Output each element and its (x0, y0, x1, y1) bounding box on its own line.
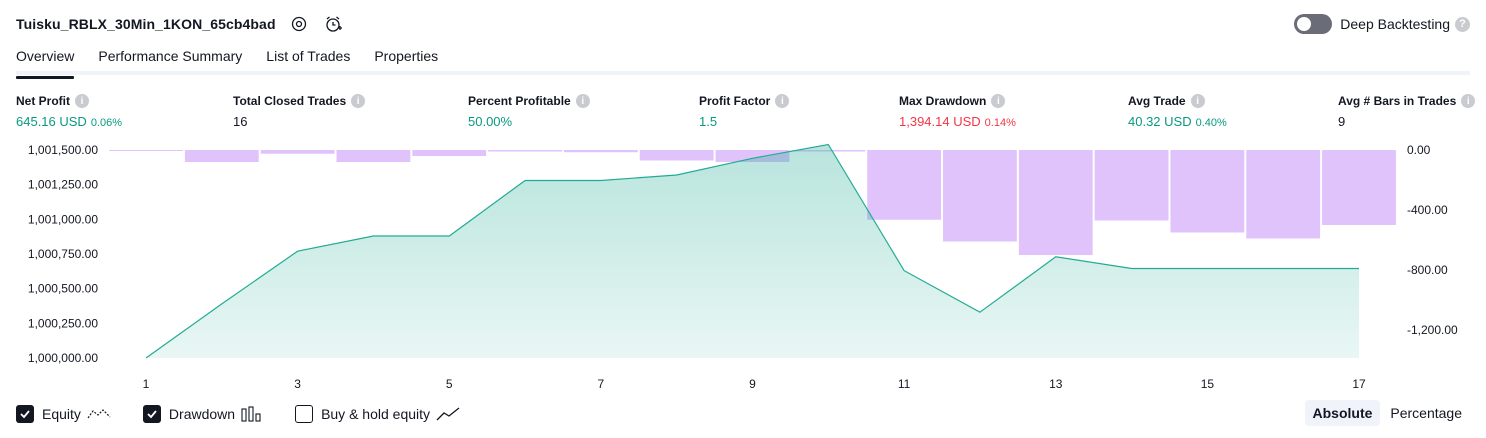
metric-label: Profit Factor (699, 94, 771, 108)
drawdown-bar (1246, 150, 1321, 239)
right-tick-label: -1,200.00 (1407, 323, 1458, 337)
right-tick-label: -800.00 (1407, 263, 1448, 277)
x-tick-label: 7 (598, 377, 605, 391)
metric-label: Net Profit (16, 94, 70, 108)
info-icon[interactable]: i (575, 94, 590, 108)
buy-hold-line-icon (436, 406, 460, 422)
left-axis: 1,001,500.00 1,001,250.00 1,001,000.00 1,00… (28, 143, 98, 365)
metric-label: Avg # Bars in Trades (1338, 94, 1457, 108)
settings-icon[interactable] (288, 13, 310, 35)
metric-profit-factor: Profit Factor i 1.5 (699, 94, 790, 129)
info-icon[interactable]: i (775, 94, 790, 108)
info-icon[interactable]: i (1190, 94, 1205, 108)
right-axis: 0.00 -400.00 -800.00 -1,200.00 (1407, 143, 1458, 337)
drawdown-checkbox[interactable] (142, 405, 161, 423)
tab-overview[interactable]: Overview (16, 44, 75, 79)
left-tick-label: 1,001,500.00 (28, 143, 98, 157)
drawdown-bar (412, 150, 487, 156)
drawdown-bar (867, 150, 942, 220)
x-tick-label: 9 (749, 377, 756, 391)
legend-label: Equity (42, 406, 81, 422)
metric-label: Percent Profitable (468, 94, 571, 108)
equity-drawdown-chart: 1,001,500.00 1,001,250.00 1,001,000.00 1,00… (28, 143, 1458, 391)
x-axis: 1 3 5 7 9 11 13 15 17 (143, 377, 1366, 391)
left-tick-label: 1,000,750.00 (28, 247, 98, 261)
metric-percent: 0.14% (984, 117, 1016, 129)
metric-value: 9 (1338, 114, 1346, 129)
metric-percent-profitable: Percent Profitable i 50.00% (468, 94, 590, 129)
metric-label: Total Closed Trades (233, 94, 347, 108)
deep-backtesting-toggle[interactable] (1294, 14, 1333, 34)
left-tick-label: 1,000,500.00 (28, 282, 98, 296)
legend-label: Drawdown (168, 406, 236, 422)
metric-percent: 0.40% (1195, 117, 1227, 129)
alert-clock-icon[interactable] (322, 13, 344, 35)
report-header: Tuisku_RBLX_30Min_1KON_65cb4bad Deep Bac… (16, 12, 1470, 36)
mode-absolute-button[interactable]: Absolute (1304, 400, 1381, 426)
drawdown-bar (488, 150, 562, 152)
equity-line-icon (87, 406, 111, 422)
legend-label: Buy & hold equity (321, 406, 431, 422)
drawdown-bar (563, 150, 638, 153)
drawdown-bar (336, 150, 411, 162)
tab-performance-summary[interactable]: Performance Summary (98, 44, 242, 75)
legend-drawdown[interactable]: Drawdown (142, 405, 263, 423)
metric-value: 16 (233, 114, 248, 129)
deep-backtesting-control: Deep Backtesting ? (1294, 12, 1470, 36)
drawdown-bars-icon (241, 406, 263, 422)
metric-value: 645.16 USD (16, 114, 87, 129)
buy-hold-checkbox[interactable] (295, 405, 314, 423)
metric-percent: 0.06% (90, 117, 123, 129)
legend-equity[interactable]: Equity (16, 405, 111, 423)
metric-net-profit: Net Profit i 645.16 USD 0.06% (16, 94, 122, 129)
info-icon[interactable]: i (991, 94, 1006, 108)
drawdown-bar (1018, 150, 1093, 255)
chart-footer: Equity Drawdown Buy & hold equity Absolu… (16, 400, 1470, 428)
display-mode-toggle: Absolute Percentage (1303, 400, 1471, 426)
tab-properties[interactable]: Properties (374, 44, 438, 75)
drawdown-bar (109, 150, 183, 151)
equity-checkbox[interactable] (16, 405, 34, 423)
info-icon[interactable]: i (75, 94, 89, 108)
left-tick-label: 1,000,250.00 (28, 316, 98, 330)
metric-label: Max Drawdown (899, 94, 987, 108)
metric-total-closed-trades: Total Closed Trades i 16 (233, 94, 366, 129)
right-tick-label: -400.00 (1407, 203, 1448, 217)
x-tick-label: 13 (1049, 377, 1063, 391)
metric-avg-trade: Avg Trade i 40.32 USD 0.40% (1128, 94, 1227, 129)
report-tabs: Overview Performance Summary List of Tra… (16, 44, 1470, 79)
x-tick-label: 15 (1201, 377, 1215, 391)
left-tick-label: 1,001,250.00 (28, 178, 98, 192)
metric-value: 50.00% (468, 114, 513, 129)
x-tick-label: 5 (446, 377, 453, 391)
x-tick-label: 17 (1352, 377, 1366, 391)
drawdown-bar (943, 150, 1017, 242)
help-icon[interactable]: ? (1455, 16, 1470, 32)
x-tick-label: 1 (143, 377, 150, 391)
legend-buy-hold-equity[interactable]: Buy & hold equity (295, 405, 460, 423)
info-icon[interactable]: i (1461, 94, 1476, 108)
tab-list-of-trades[interactable]: List of Trades (266, 44, 350, 75)
left-tick-label: 1,000,000.00 (28, 351, 98, 365)
metric-value: 40.32 USD (1128, 114, 1192, 129)
metric-label: Avg Trade (1128, 94, 1186, 108)
drawdown-bar (1094, 150, 1169, 221)
x-tick-label: 3 (294, 377, 301, 391)
metric-avg-bars-in-trades: Avg # Bars in Trades i 9 (1338, 94, 1476, 129)
info-icon[interactable]: i (351, 94, 366, 108)
drawdown-bar (639, 150, 714, 161)
strategy-title: Tuisku_RBLX_30Min_1KON_65cb4bad (16, 16, 276, 32)
metric-max-drawdown: Max Drawdown i 1,394.14 USD 0.14% (899, 94, 1016, 129)
drawdown-bar (184, 150, 259, 162)
deep-backtesting-label: Deep Backtesting (1340, 16, 1450, 32)
drawdown-bar (1170, 150, 1245, 233)
drawdown-bar (260, 150, 335, 154)
metric-value: 1,394.14 USD (899, 114, 981, 129)
mode-percentage-button[interactable]: Percentage (1382, 400, 1470, 426)
right-tick-label: 0.00 (1407, 143, 1431, 157)
drawdown-bar (1322, 150, 1396, 225)
metric-value: 1.5 (699, 114, 718, 129)
x-tick-label: 11 (898, 377, 911, 391)
left-tick-label: 1,001,000.00 (28, 212, 98, 226)
